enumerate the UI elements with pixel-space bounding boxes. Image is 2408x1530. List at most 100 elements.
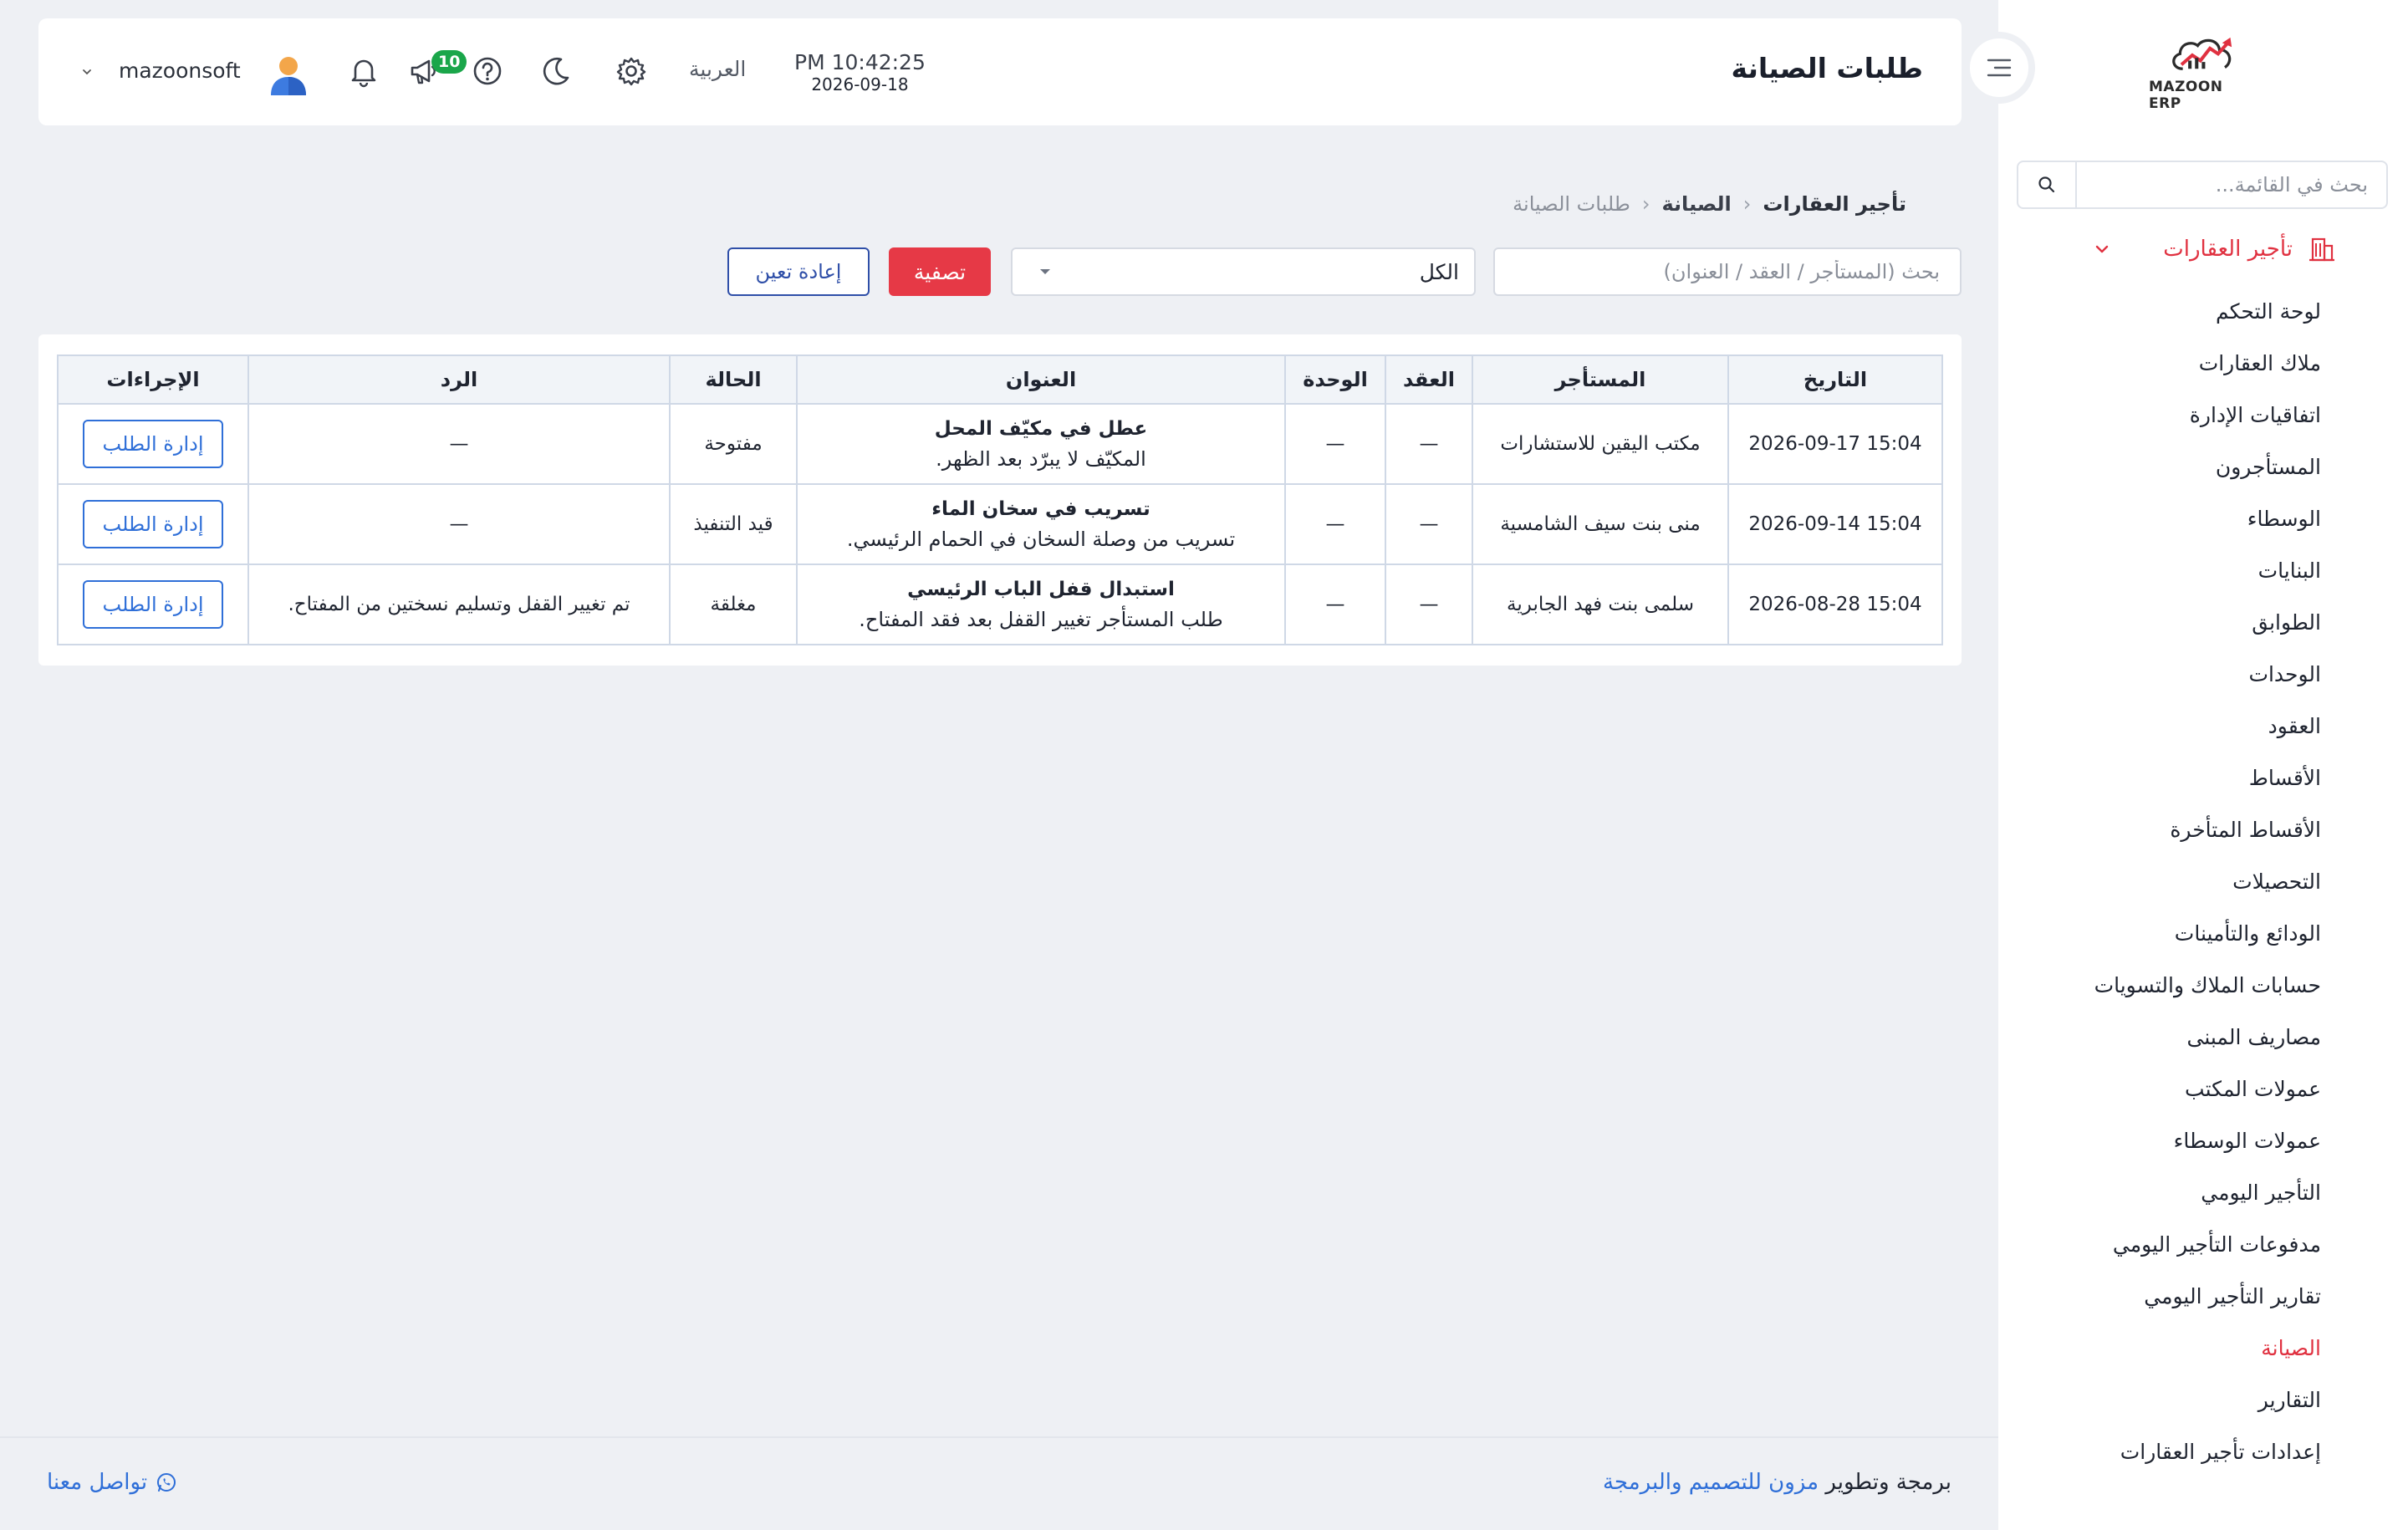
help-button[interactable] (468, 52, 507, 90)
sidebar-item[interactable]: التأجير اليومي (2003, 1167, 2321, 1219)
sidebar-item[interactable]: الصيانة (2003, 1323, 2321, 1374)
logo-text: MAZOON ERP (2149, 79, 2223, 112)
sidebar-item[interactable]: حسابات الملاك والتسويات (2003, 960, 2321, 1012)
sidebar-item[interactable]: لوحة التحكم (2003, 286, 2321, 338)
cell-contract: — (1385, 403, 1473, 485)
menu-icon (1987, 59, 2012, 77)
username[interactable]: mazoonsoft (119, 59, 241, 83)
footer-credit: برمجة وتطوير مزون للتصميم والبرمجة (1603, 1470, 1951, 1495)
maintenance-requests-table: التاريخ المستأجر العقد الوحدة العنوان ال… (57, 354, 1943, 645)
cell-reply: تم تغيير القفل وتسليم نسختين من المفتاح. (247, 564, 671, 645)
settings-button[interactable] (612, 52, 650, 90)
language-switch[interactable]: العربية (689, 57, 746, 81)
clock: PM 10:42:25 2026-09-18 (794, 50, 926, 94)
manage-request-button[interactable]: إدارة الطلب (83, 580, 223, 629)
chevron-left-icon: ‹ (1742, 192, 1752, 216)
cell-status: مفتوحة (669, 403, 798, 485)
cell-date: 2026-09-17 15:04 (1727, 403, 1943, 485)
col-header-tenant: المستأجر (1472, 354, 1729, 405)
sidebar-item[interactable]: عمولات الوسطاء (2003, 1115, 2321, 1167)
sidebar-item[interactable]: الوسطاء (2003, 493, 2321, 545)
contact-us-link[interactable]: تواصل معنا (47, 1470, 177, 1495)
avatar[interactable] (268, 54, 309, 97)
page-title: طلبات الصيانة (1731, 52, 1923, 84)
top-header: طلبات الصيانة PM 10:42:25 2026-09-18 الع… (38, 18, 1962, 125)
bell-icon (351, 59, 376, 88)
table-body: 2026-09-17 15:04 مكتب اليقين للاستشارات — —… (57, 403, 1943, 645)
col-header-actions: الإجراءات (57, 354, 249, 405)
request-title: استبدال قفل الباب الرئيسي (907, 579, 1175, 600)
building-icon (2309, 237, 2334, 262)
notification-count-badge: 10 (431, 50, 467, 74)
breadcrumb-section[interactable]: الصيانة (1661, 192, 1731, 216)
requests-table-card: التاريخ المستأجر العقد الوحدة العنوان ال… (38, 334, 1962, 666)
sidebar-item[interactable]: المستأجرون (2003, 441, 2321, 493)
sidebar-item[interactable]: الوحدات (2003, 649, 2321, 701)
sidebar-item[interactable]: اتفاقيات الإدارة (2003, 390, 2321, 441)
cell-status: مغلقة (669, 564, 798, 645)
clock-time: PM 10:42:25 (794, 50, 926, 74)
request-title: تسريب في سخان الماء (931, 498, 1150, 520)
sidebar-item[interactable]: الأقساط المتأخرة (2003, 804, 2321, 856)
moon-icon (543, 57, 569, 85)
sidebar-toggle-button[interactable] (1963, 32, 2035, 104)
cell-actions: إدارة الطلب (57, 403, 249, 485)
sidebar-search-input[interactable] (2077, 162, 2386, 207)
sidebar-item[interactable]: عمولات المكتب (2003, 1063, 2321, 1115)
sidebar-item[interactable]: تقارير التأجير اليومي (2003, 1271, 2321, 1323)
sidebar-item[interactable]: الودائع والتأمينات (2003, 908, 2321, 960)
breadcrumb-root[interactable]: تأجير العقارات (1763, 192, 1906, 216)
filter-bar: الكل تصفية إعادة تعين (0, 247, 1998, 298)
manage-request-button[interactable]: إدارة الطلب (83, 500, 223, 548)
sidebar-search (2017, 161, 2388, 209)
request-description: تسريب من وصلة السخان في الحمام الرئيسي. (846, 528, 1236, 551)
cell-date: 2026-09-14 15:04 (1727, 483, 1943, 565)
theme-toggle-button[interactable] (537, 52, 575, 90)
table-row: 2026-09-17 15:04 مكتب اليقين للاستشارات — —… (57, 403, 1943, 485)
col-header-title: العنوان (796, 354, 1286, 405)
cell-title: تسريب في سخان الماء تسريب من وصلة السخان … (796, 483, 1286, 565)
cell-title: عطل في مكيّف المحل المكيّف لا يبرّد بعد ا… (796, 403, 1286, 485)
credit-prefix: برمجة وتطوير (1825, 1470, 1951, 1495)
credit-link[interactable]: مزون للتصميم والبرمجة (1603, 1470, 1819, 1495)
sidebar-search-button[interactable] (2018, 162, 2077, 207)
col-header-status: الحالة (669, 354, 798, 405)
clock-date: 2026-09-18 (811, 74, 909, 94)
notifications-button[interactable] (344, 52, 383, 90)
cell-unit: — (1284, 564, 1386, 645)
manage-request-button[interactable]: إدارة الطلب (83, 420, 223, 468)
contact-us-label: تواصل معنا (47, 1470, 148, 1495)
reset-button[interactable]: إعادة تعين (727, 247, 870, 296)
sidebar-item[interactable]: مدفوعات التأجير اليومي (2003, 1219, 2321, 1271)
sidebar-group-property-rental[interactable]: تأجير العقارات (1998, 224, 2408, 274)
sidebar-item[interactable]: ملاك العقارات (2003, 338, 2321, 390)
sidebar-group-label: تأجير العقارات (2163, 237, 2293, 262)
sidebar-item[interactable]: إعدادات تأجير العقارات (2003, 1426, 2321, 1478)
col-header-unit: الوحدة (1284, 354, 1386, 405)
cell-date: 2026-08-28 15:04 (1727, 564, 1943, 645)
breadcrumb-current: طلبات الصيانة (1513, 192, 1630, 216)
caret-down-icon (1040, 269, 1050, 274)
help-icon (473, 57, 502, 85)
footer: برمجة وتطوير مزون للتصميم والبرمجة تواصل… (0, 1436, 1998, 1530)
cell-tenant: منى بنت سيف الشامسية (1472, 483, 1729, 565)
sidebar-item[interactable]: التقارير (2003, 1374, 2321, 1426)
cell-unit: — (1284, 483, 1386, 565)
chevron-down-icon[interactable] (80, 65, 94, 79)
sidebar-item[interactable]: التحصيلات (2003, 856, 2321, 908)
filter-button[interactable]: تصفية (889, 247, 991, 296)
sidebar-item[interactable]: البنايات (2003, 545, 2321, 597)
brand-logo[interactable]: MAZOON ERP (2149, 33, 2258, 112)
sidebar-item[interactable]: مصاريف المبنى (2003, 1012, 2322, 1063)
logo-graphic (2172, 37, 2232, 70)
gear-icon (616, 57, 646, 86)
col-header-contract: العقد (1385, 354, 1473, 405)
sidebar-item[interactable]: العقود (2003, 701, 2321, 752)
status-select[interactable]: الكل (1011, 247, 1476, 296)
sidebar-item[interactable]: الطوابق (2003, 597, 2321, 649)
date-text: 2026-09-14 15:04 (1748, 513, 1922, 535)
cell-unit: — (1284, 403, 1386, 485)
search-icon (2038, 176, 2055, 193)
requests-search-input[interactable] (1493, 247, 1962, 296)
sidebar-item[interactable]: الأقساط (2003, 752, 2321, 804)
